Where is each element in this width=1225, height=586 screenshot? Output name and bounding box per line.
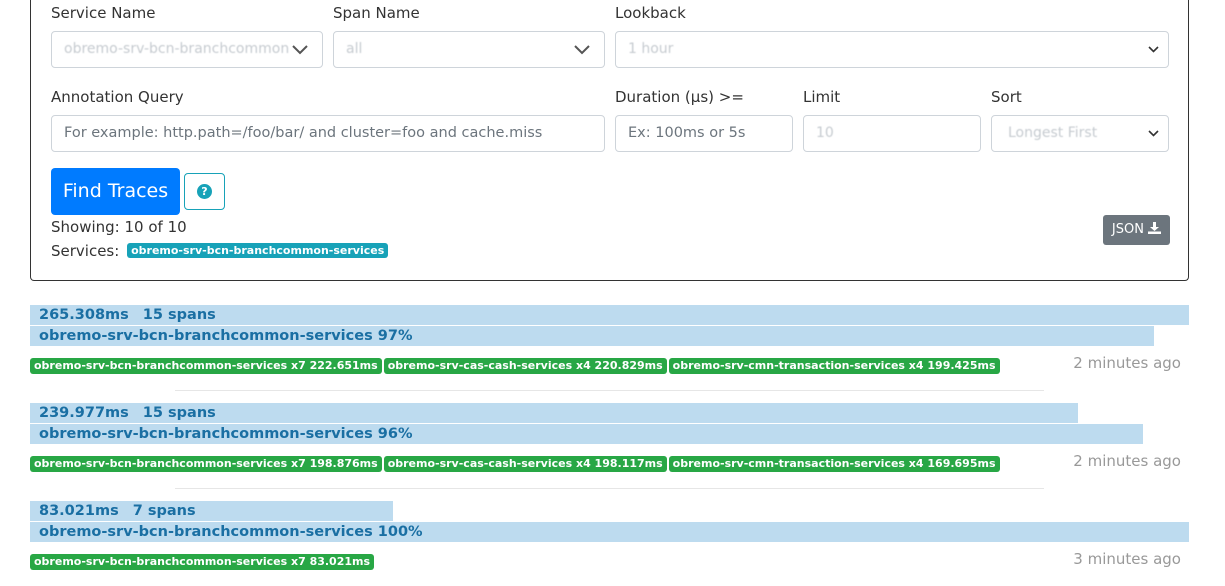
trace-row[interactable]: 239.977ms 15 spans obremo-srv-bcn-branchc… xyxy=(30,403,1189,501)
search-panel: Service Name Span Name Lookback obremo-s… xyxy=(30,0,1189,281)
showing-count: Showing: 10 of 10 xyxy=(51,218,187,236)
chevron-down-icon xyxy=(1148,116,1159,151)
limit-input[interactable]: 10 xyxy=(803,115,981,152)
help-button[interactable]: ? xyxy=(184,173,225,210)
lookback-value: 1 hour xyxy=(628,41,674,57)
service-chip: obremo-srv-cas-cash-services x4 220.829m… xyxy=(383,358,667,374)
trace-timestamp: 2 minutes ago xyxy=(1073,452,1181,470)
json-download-button[interactable]: JSON xyxy=(1103,215,1170,245)
lookback-label: Lookback xyxy=(615,4,686,22)
service-chip: obremo-srv-bcn-branchcommon-services x7 … xyxy=(30,554,375,570)
chevron-down-icon xyxy=(1148,32,1159,67)
trace-service-chips: obremo-srv-bcn-branchcommon-services x7 … xyxy=(30,452,1002,472)
trace-span-count: 7 spans xyxy=(132,503,196,519)
divider xyxy=(175,488,1044,489)
span-name-label: Span Name xyxy=(333,4,420,22)
trace-service-bar: obremo-srv-bcn-branchcommon-services 96% xyxy=(30,424,1143,444)
sort-label: Sort xyxy=(991,88,1022,106)
trace-timestamp: 2 minutes ago xyxy=(1073,354,1181,372)
service-chip: obremo-srv-cmn-transaction-services x4 1… xyxy=(668,358,1000,374)
trace-service-bar: obremo-srv-bcn-branchcommon-services 100… xyxy=(30,522,1189,542)
trace-duration-bar: 239.977ms 15 spans xyxy=(30,403,1079,423)
limit-label: Limit xyxy=(803,88,841,106)
service-name-select[interactable]: obremo-srv-bcn-branchcommon xyxy=(51,31,323,68)
service-chip: obremo-srv-bcn-branchcommon-services x7 … xyxy=(30,456,382,472)
trace-service-chips: obremo-srv-bcn-branchcommon-services x7 … xyxy=(30,354,1002,374)
trace-duration-bar: 265.308ms 15 spans xyxy=(30,305,1189,325)
divider xyxy=(175,390,1044,391)
duration-placeholder: Ex: 100ms or 5s xyxy=(628,125,746,141)
download-icon xyxy=(1148,222,1162,237)
trace-duration: 239.977ms xyxy=(39,405,129,421)
sort-select[interactable]: Longest First xyxy=(991,115,1169,152)
trace-timestamp: 3 minutes ago xyxy=(1073,550,1181,568)
chevron-down-icon xyxy=(574,32,590,67)
trace-duration: 265.308ms xyxy=(39,307,129,323)
limit-value: 10 xyxy=(816,125,834,141)
trace-row[interactable]: 83.021ms 7 spans obremo-srv-bcn-branchcom… xyxy=(30,501,1189,586)
trace-row[interactable]: 265.308ms 15 spans obremo-srv-bcn-branchc… xyxy=(30,305,1189,403)
lookback-select[interactable]: 1 hour xyxy=(615,31,1169,68)
annotation-query-label: Annotation Query xyxy=(51,88,184,106)
duration-label: Duration (μs) >= xyxy=(615,88,744,106)
annotation-query-input[interactable]: For example: http.path=/foo/bar/ and clu… xyxy=(51,115,605,152)
trace-duration: 83.021ms xyxy=(39,503,119,519)
trace-service-chips: obremo-srv-bcn-branchcommon-services x7 … xyxy=(30,550,376,570)
find-traces-button[interactable]: Find Traces xyxy=(51,168,180,215)
service-chip: obremo-srv-cas-cash-services x4 198.117m… xyxy=(383,456,667,472)
services-label: Services: xyxy=(51,242,120,260)
trace-span-count: 15 spans xyxy=(142,405,216,421)
question-circle-icon: ? xyxy=(197,184,212,199)
service-badge[interactable]: obremo-srv-bcn-branchcommon-services xyxy=(127,243,389,258)
service-chip: obremo-srv-cmn-transaction-services x4 1… xyxy=(668,456,1000,472)
trace-service-bar: obremo-srv-bcn-branchcommon-services 97% xyxy=(30,326,1155,346)
span-name-value: all xyxy=(346,41,363,57)
annotation-query-placeholder: For example: http.path=/foo/bar/ and clu… xyxy=(64,125,543,141)
duration-input[interactable]: Ex: 100ms or 5s xyxy=(615,115,793,152)
trace-span-count: 15 spans xyxy=(142,307,216,323)
chevron-down-icon xyxy=(292,32,308,67)
service-name-label: Service Name xyxy=(51,4,156,22)
span-name-select[interactable]: all xyxy=(333,31,605,68)
service-chip: obremo-srv-bcn-branchcommon-services x7 … xyxy=(30,358,382,374)
sort-value: Longest First xyxy=(1008,125,1098,141)
services-summary: Services: obremo-srv-bcn-branchcommon-se… xyxy=(51,242,389,260)
json-button-label: JSON xyxy=(1111,222,1144,237)
trace-duration-bar: 83.021ms 7 spans xyxy=(30,501,393,521)
service-name-value: obremo-srv-bcn-branchcommon xyxy=(64,41,290,57)
